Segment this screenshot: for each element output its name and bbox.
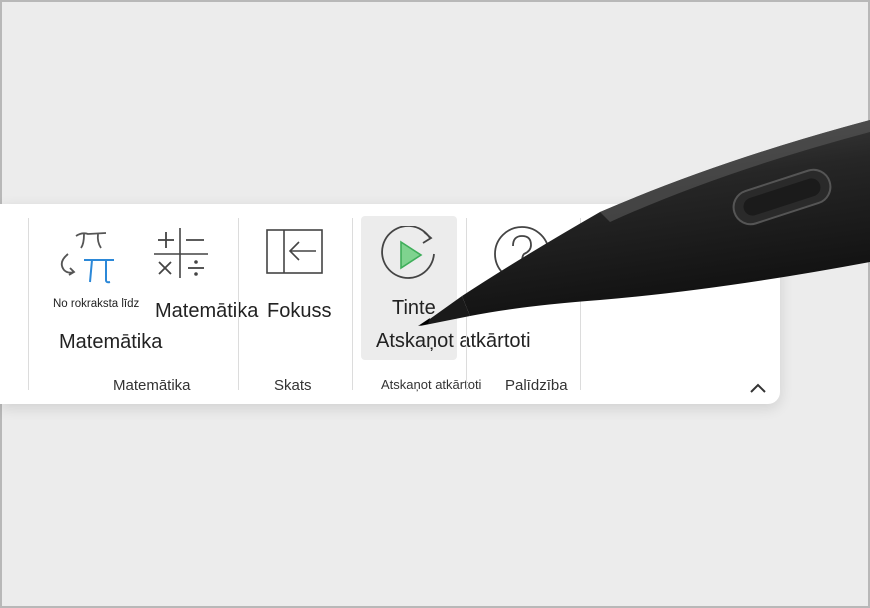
ink-replay-label-line2: Atskaņot atkārtoti <box>376 330 531 352</box>
help-button[interactable] <box>488 222 558 332</box>
ribbon-separator <box>238 218 239 390</box>
pi-ink-to-math-icon <box>54 224 118 286</box>
group-label-math: Matemātika <box>113 377 191 394</box>
math-button[interactable]: Matemātika <box>150 220 258 330</box>
focus-label: Fokuss <box>267 300 332 322</box>
ribbon: No rokraksta līdz Matemātika Matemātika … <box>0 204 780 404</box>
collapse-ribbon-button[interactable] <box>748 380 768 396</box>
group-label-view: Skats <box>274 377 312 394</box>
focus-panel-icon <box>266 228 324 276</box>
chevron-up-icon <box>748 383 768 400</box>
ink-replay-label-line1: Tinte <box>392 297 436 319</box>
replay-play-icon <box>378 225 440 289</box>
help-question-icon <box>492 224 552 284</box>
ink-to-math-label: Matemātika <box>59 331 163 353</box>
ribbon-separator <box>28 218 29 390</box>
ribbon-separator <box>580 218 581 390</box>
ink-to-math-button[interactable]: No rokraksta līdz Matemātika <box>44 220 162 360</box>
ribbon-separator <box>352 218 353 390</box>
focus-button[interactable]: Fokuss <box>262 220 334 330</box>
ribbon-separator <box>466 218 467 390</box>
ink-to-math-caption: No rokraksta līdz <box>53 298 140 310</box>
group-label-help: Palīdzība <box>505 377 568 394</box>
math-operators-icon <box>152 226 210 280</box>
math-label: Matemātika <box>155 300 259 322</box>
